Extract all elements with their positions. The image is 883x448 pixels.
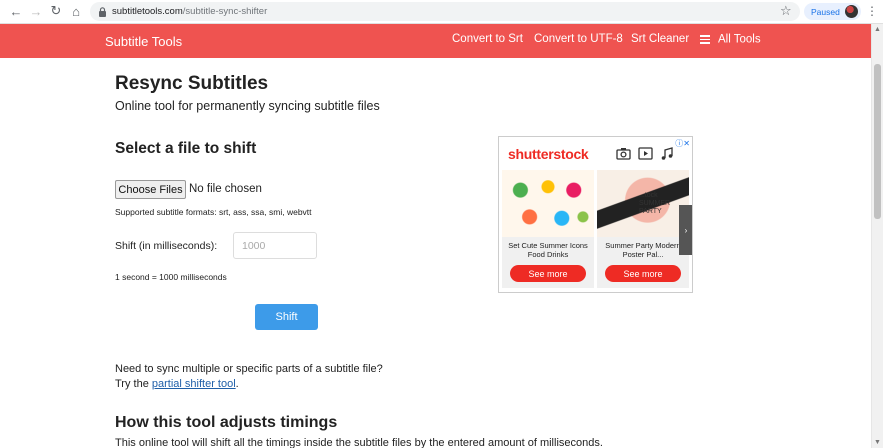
- sync-note-line2: Try the partial shifter tool.: [115, 377, 383, 392]
- lock-icon: [99, 6, 106, 17]
- site-brand[interactable]: Subtitle Tools: [105, 34, 182, 49]
- nav-convert-to-srt[interactable]: Convert to Srt: [452, 33, 523, 45]
- address-bar[interactable]: subtitletools.com/subtitle-sync-shifter: [90, 2, 800, 21]
- reload-icon[interactable]: ↻: [48, 3, 64, 19]
- site-navbar: Subtitle Tools Convert to Srt Convert to…: [0, 24, 871, 58]
- file-status: No file chosen: [189, 183, 262, 195]
- choose-files-button[interactable]: Choose Files: [115, 180, 186, 199]
- ad-logo[interactable]: shutterstock: [508, 146, 589, 162]
- ad-next-arrow-icon[interactable]: ›: [679, 205, 692, 255]
- ad-card[interactable]: ...tock SUMMER PARTY Summer Party Modern…: [597, 170, 689, 288]
- nav-convert-to-utf8[interactable]: Convert to UTF-8: [534, 33, 623, 45]
- how-text: This online tool will shift all the timi…: [115, 437, 603, 448]
- shift-label: Shift (in milliseconds):: [115, 240, 218, 252]
- forward-icon[interactable]: →: [28, 3, 44, 19]
- nav-srt-cleaner[interactable]: Srt Cleaner: [631, 33, 689, 45]
- url-host: subtitletools.com: [112, 6, 183, 17]
- ad-info-icon[interactable]: ⓘ✕: [675, 138, 690, 149]
- scrollbar-thumb[interactable]: [874, 64, 881, 219]
- url-path: /subtitle-sync-shifter: [182, 6, 268, 17]
- scroll-down-icon[interactable]: ▼: [874, 439, 881, 446]
- ad-tools: [616, 147, 675, 160]
- ad-card-caption: Summer Party Modern Poster Pal...: [605, 241, 681, 259]
- nav-all-tools[interactable]: All Tools: [700, 33, 761, 46]
- page-scrollbar[interactable]: ▲ ▼: [871, 24, 883, 448]
- video-icon: [638, 147, 653, 160]
- sync-note: Need to sync multiple or specific parts …: [115, 362, 383, 392]
- music-icon: [661, 147, 673, 160]
- camera-icon: [616, 148, 631, 160]
- menu-icon: [700, 33, 710, 46]
- ad-card-caption: Set Cute Summer Icons Food Drinks: [508, 241, 588, 259]
- avatar: [844, 5, 858, 18]
- partial-shifter-link[interactable]: partial shifter tool: [152, 378, 236, 390]
- nav-all-tools-label: All Tools: [718, 33, 761, 46]
- section-title: Select a file to shift: [115, 140, 257, 157]
- supported-formats-note: Supported subtitle formats: srt, ass, ss…: [115, 207, 312, 217]
- shift-button[interactable]: Shift: [255, 304, 318, 330]
- how-title: How this tool adjusts timings: [115, 414, 338, 431]
- shift-input[interactable]: [233, 232, 317, 259]
- ad-card-image: [502, 170, 594, 237]
- home-icon[interactable]: ⌂: [68, 3, 84, 19]
- see-more-button[interactable]: See more: [510, 265, 586, 282]
- page-subtitle: Online tool for permanently syncing subt…: [115, 99, 380, 113]
- sync-note-suffix: .: [235, 378, 239, 390]
- profile-button[interactable]: Paused: [804, 3, 861, 20]
- bookmark-star-icon[interactable]: ☆: [780, 3, 792, 19]
- ad-card-image: ...tock SUMMER PARTY: [597, 170, 689, 237]
- sync-note-prefix: Try the: [115, 378, 152, 390]
- scroll-up-icon[interactable]: ▲: [874, 26, 881, 33]
- profile-status: Paused: [811, 6, 840, 17]
- ad-banner[interactable]: shutterstock ⓘ✕ Set Cute Summer Icons Fo…: [498, 136, 693, 293]
- page-title: Resync Subtitles: [115, 73, 269, 94]
- back-icon[interactable]: ←: [8, 3, 24, 19]
- browser-menu-icon[interactable]: ⋮: [866, 4, 878, 18]
- ad-card[interactable]: Set Cute Summer Icons Food Drinks See mo…: [502, 170, 594, 288]
- see-more-button[interactable]: See more: [605, 265, 681, 282]
- browser-toolbar: ← → ↻ ⌂ subtitletools.com/subtitle-sync-…: [0, 0, 883, 24]
- milliseconds-note: 1 second = 1000 milliseconds: [115, 272, 227, 282]
- sync-note-line1: Need to sync multiple or specific parts …: [115, 363, 383, 375]
